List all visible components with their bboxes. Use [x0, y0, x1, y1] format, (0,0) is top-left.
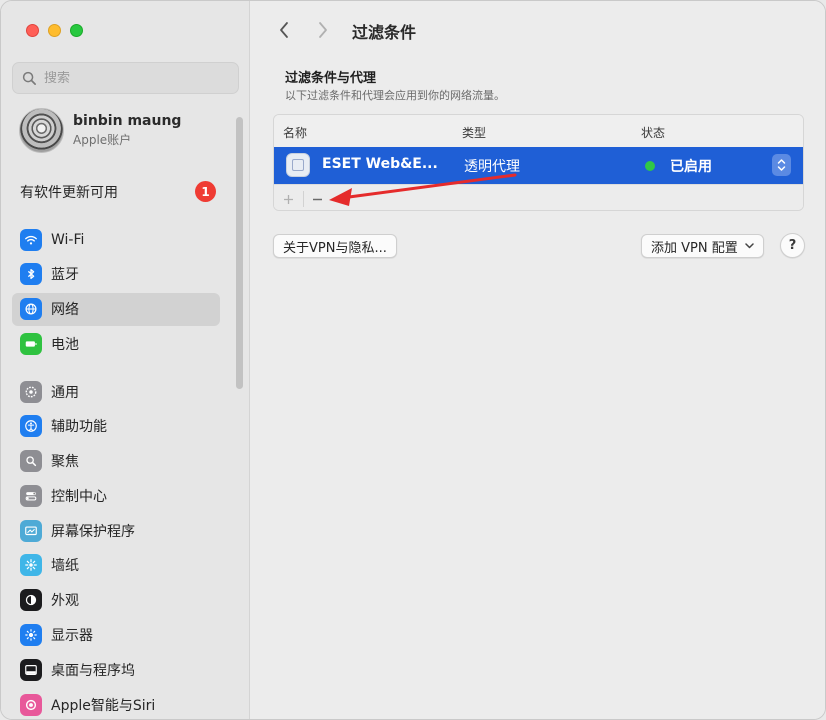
minimize-button[interactable] — [48, 24, 61, 37]
help-button[interactable]: ? — [780, 233, 805, 258]
sidebar-item-appearance[interactable]: 外观 — [12, 584, 220, 617]
sidebar-item-label: 桌面与程序坞 — [51, 662, 135, 679]
sidebar-item-display[interactable]: 显示器 — [12, 619, 220, 652]
sidebar: binbin maung Apple账户 有软件更新可用 1 Wi-Fi 蓝牙网络… — [1, 1, 250, 719]
plus-icon — [283, 194, 293, 204]
row-status: 已启用 — [670, 159, 712, 175]
wifi-icon — [20, 228, 42, 251]
spotlight-icon — [20, 450, 42, 473]
bluetooth-icon — [20, 263, 42, 286]
globe-icon — [20, 298, 42, 321]
sidebar-group-system: 通用辅助功能聚焦控制中心屏幕保护程序 墙纸外观显示器桌面与程序坞 Apple智能与S… — [12, 375, 220, 719]
remove-button[interactable] — [306, 188, 328, 210]
sidebar-item-label: 聚焦 — [51, 454, 79, 471]
sidebar-item-label: 网络 — [51, 302, 79, 319]
sidebar-item-control-center[interactable]: 控制中心 — [12, 479, 220, 512]
search-field[interactable] — [12, 62, 239, 94]
zoom-button[interactable] — [70, 24, 83, 37]
update-badge: 1 — [195, 181, 216, 202]
chevron-right-icon — [319, 22, 327, 38]
column-header-name[interactable]: 名称 — [283, 124, 307, 141]
sidebar-item-screensaver[interactable]: 屏幕保护程序 — [12, 514, 220, 547]
status-dot-icon — [645, 161, 655, 171]
section-title: 过滤条件与代理 — [285, 71, 377, 86]
add-vpn-configuration-button[interactable]: 添加 VPN 配置 — [641, 234, 764, 258]
row-name: ESET Web&E... — [322, 156, 438, 172]
avatar — [19, 108, 64, 153]
screensaver-icon — [20, 519, 42, 542]
sidebar-item-siri[interactable]: Apple智能与Siri — [12, 688, 220, 719]
add-vpn-label: 添加 VPN 配置 — [651, 240, 738, 256]
sidebar-item-globe[interactable]: 网络 — [12, 292, 220, 326]
sidebar-item-dock[interactable]: 桌面与程序坞 — [12, 653, 220, 686]
chevron-down-icon — [744, 243, 754, 249]
divider — [303, 191, 304, 207]
appearance-icon — [20, 589, 42, 612]
minus-icon — [312, 198, 322, 200]
main-pane: 过滤条件 过滤条件与代理 以下过滤条件和代理会应用到你的网络流量。 名称 类型 … — [251, 1, 825, 719]
sidebar-item-battery[interactable]: 电池 — [12, 327, 220, 360]
battery-icon — [20, 332, 42, 355]
accessibility-icon — [20, 415, 42, 438]
settings-window: binbin maung Apple账户 有软件更新可用 1 Wi-Fi 蓝牙网络… — [0, 0, 826, 720]
row-type: 透明代理 — [464, 159, 520, 175]
up-down-chevron-icon — [777, 159, 786, 171]
sidebar-item-gear[interactable]: 通用 — [12, 375, 220, 408]
sidebar-scrollbar[interactable] — [236, 117, 243, 389]
column-header-status[interactable]: 状态 — [641, 124, 665, 141]
status-popup-button[interactable] — [772, 154, 791, 176]
sidebar-item-wifi[interactable]: Wi-Fi — [12, 223, 220, 256]
sidebar-item-label: Wi-Fi — [51, 231, 85, 248]
page-title: 过滤条件 — [352, 23, 417, 42]
sidebar-item-bluetooth[interactable]: 蓝牙 — [12, 258, 220, 291]
forward-button[interactable] — [311, 18, 335, 42]
display-icon — [20, 624, 42, 647]
close-button[interactable] — [26, 24, 39, 37]
table-row[interactable]: ESET Web&E... 透明代理 已启用 — [274, 147, 803, 184]
wallpaper-icon — [20, 554, 42, 577]
table-footer — [274, 184, 803, 210]
sidebar-group-network: Wi-Fi 蓝牙网络电池 — [12, 223, 220, 362]
app-icon — [286, 153, 310, 177]
dock-icon — [20, 658, 42, 681]
filters-table: 名称 类型 状态 ESET Web&E... 透明代理 已启用 — [273, 114, 804, 211]
software-update-item[interactable]: 有软件更新可用 1 — [20, 181, 216, 202]
control-center-icon — [20, 484, 42, 507]
sidebar-item-label: 显示器 — [51, 628, 93, 645]
sidebar-item-label: 辅助功能 — [51, 419, 107, 436]
about-vpn-privacy-button[interactable]: 关于VPN与隐私... — [273, 234, 397, 258]
sidebar-item-label: 墙纸 — [51, 558, 79, 575]
column-header-type[interactable]: 类型 — [462, 124, 486, 141]
search-input[interactable] — [44, 70, 224, 86]
add-button[interactable] — [277, 188, 299, 210]
sidebar-item-label: 控制中心 — [51, 488, 107, 505]
sidebar-item-label: 屏幕保护程序 — [51, 523, 135, 540]
sidebar-item-wallpaper[interactable]: 墙纸 — [12, 549, 220, 582]
sidebar-item-label: 外观 — [51, 593, 79, 610]
table-header: 名称 类型 状态 — [274, 115, 803, 147]
apple-account[interactable]: binbin maung Apple账户 — [19, 108, 181, 153]
siri-icon — [20, 693, 42, 716]
account-subtitle: Apple账户 — [73, 133, 132, 147]
window-controls — [26, 24, 83, 37]
sidebar-item-label: 通用 — [51, 384, 79, 401]
account-name: binbin maung — [73, 113, 182, 129]
sidebar-item-label: 蓝牙 — [51, 267, 79, 284]
chevron-left-icon — [280, 22, 288, 38]
sidebar-item-label: Apple智能与Siri — [51, 697, 156, 714]
gear-icon — [20, 380, 42, 403]
sidebar-item-label: 电池 — [51, 336, 79, 353]
software-update-label: 有软件更新可用 — [20, 184, 118, 201]
sidebar-item-accessibility[interactable]: 辅助功能 — [12, 410, 220, 443]
sidebar-item-spotlight[interactable]: 聚焦 — [12, 445, 220, 478]
search-icon — [22, 71, 36, 85]
section-subtitle: 以下过滤条件和代理会应用到你的网络流量。 — [285, 89, 505, 102]
back-button[interactable] — [272, 18, 296, 42]
